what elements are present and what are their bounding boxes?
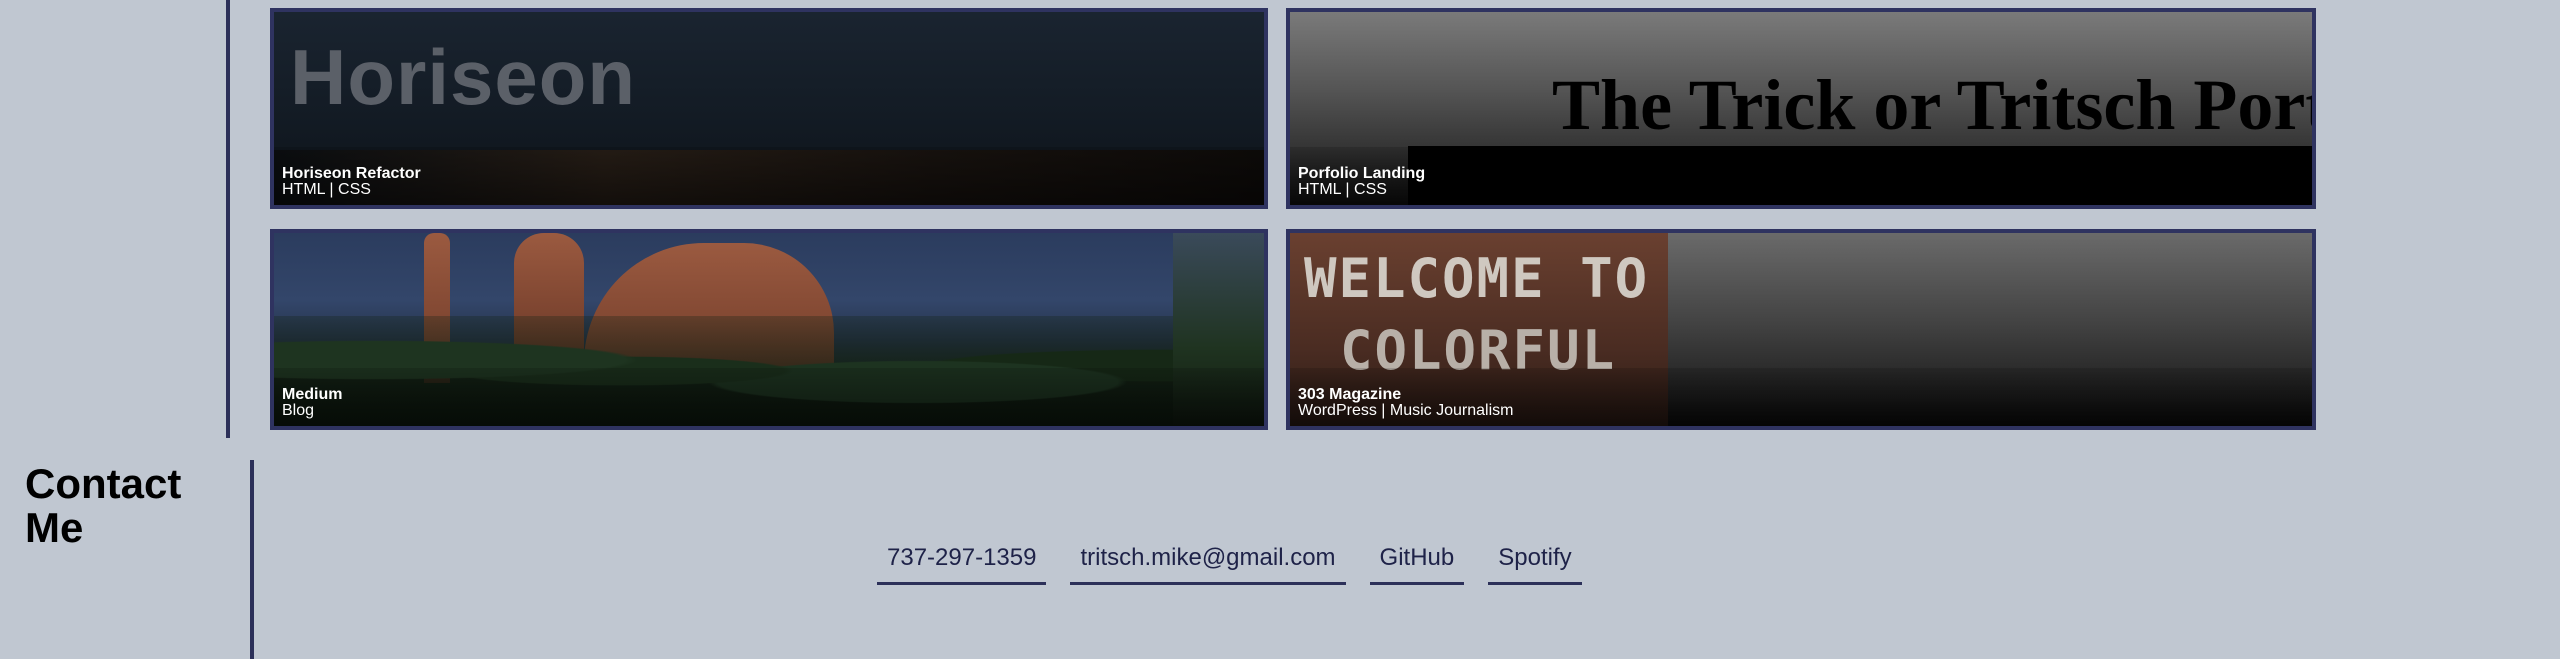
spotify-link[interactable]: Spotify (1488, 534, 1582, 585)
caption-shade (1290, 147, 2312, 205)
project-tags: HTML | CSS (282, 181, 371, 198)
project-tags: WordPress | Music Journalism (1298, 402, 1514, 419)
project-title: Medium (282, 386, 343, 403)
contact-section-divider (250, 460, 254, 659)
contact-links: 737-297-1359 tritsch.mike@gmail.com GitH… (877, 534, 1582, 585)
sign-text: WELCOME TO (1304, 247, 1650, 310)
project-card-303-magazine[interactable]: WELCOME TO COLORFUL 303 Magazine WordPre… (1286, 229, 2316, 430)
project-card-medium[interactable]: Medium Blog (270, 229, 1268, 430)
project-caption: Porfolio Landing HTML | CSS (1298, 166, 1425, 198)
horiseon-logo: Horiseon (290, 33, 637, 121)
portfolio-thumbnail-headline: The Trick or Tritsch Port (1552, 65, 2316, 145)
github-link[interactable]: GitHub (1369, 534, 1465, 585)
project-card-horiseon[interactable]: Horiseon Horiseon Refactor HTML | CSS (270, 8, 1268, 209)
project-caption: Medium Blog (282, 387, 342, 419)
project-card-portfolio[interactable]: The Trick or Tritsch Port Porfolio Landi… (1286, 8, 2316, 209)
project-title: Porfolio Landing (1298, 165, 1426, 182)
contact-heading: Contact Me (25, 460, 182, 551)
project-caption: 303 Magazine WordPress | Music Journalis… (1298, 387, 1513, 419)
work-section-divider (226, 0, 230, 438)
project-tags: Blog (282, 402, 315, 419)
caption-shade (274, 368, 1264, 426)
email-link[interactable]: tritsch.mike@gmail.com (1070, 534, 1346, 585)
project-title: Horiseon Refactor (282, 165, 421, 182)
project-title: 303 Magazine (1298, 386, 1402, 403)
project-caption: Horiseon Refactor HTML | CSS (282, 166, 421, 198)
page: Horiseon Horiseon Refactor HTML | CSS Th… (0, 0, 2560, 659)
phone-link[interactable]: 737-297-1359 (877, 534, 1047, 585)
project-tags: HTML | CSS (1298, 181, 1387, 198)
caption-shade (274, 147, 1264, 205)
